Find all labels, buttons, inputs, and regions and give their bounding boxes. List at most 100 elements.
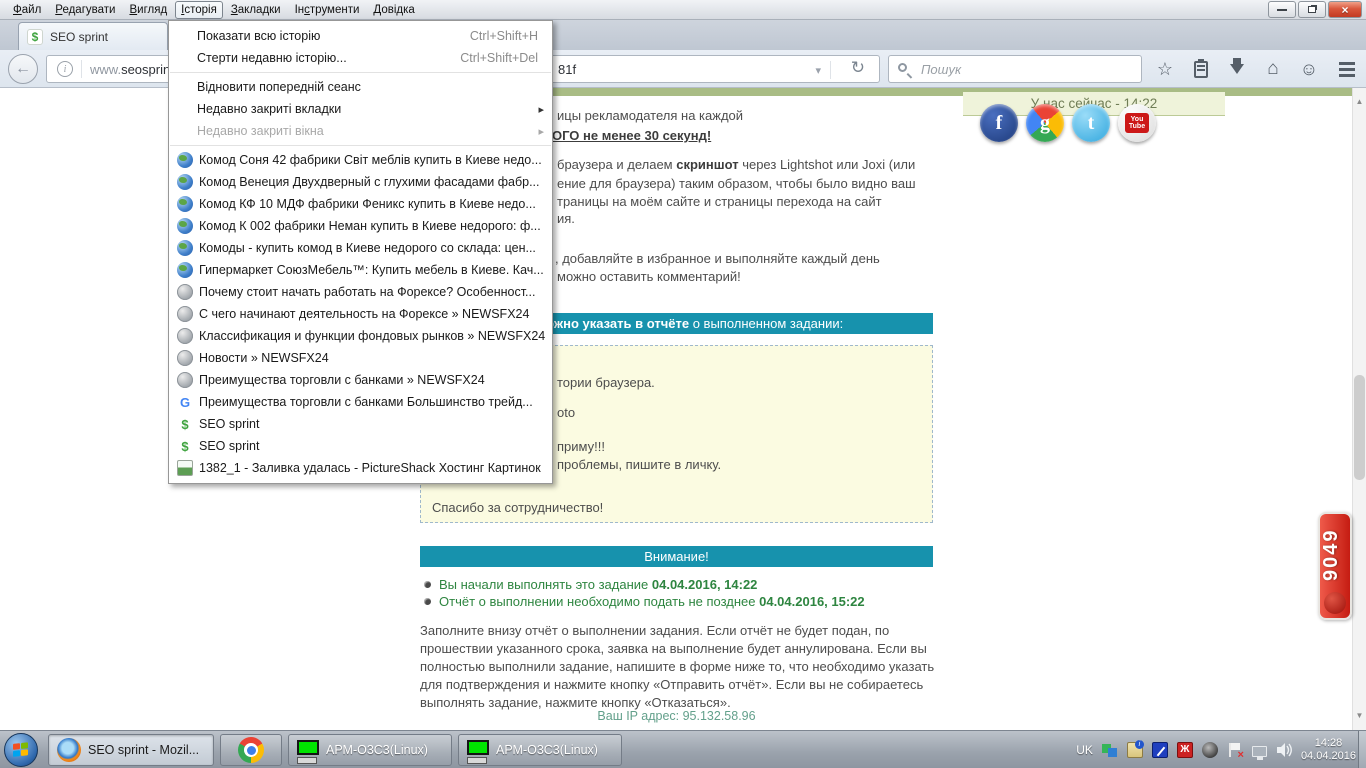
taskbar-clock[interactable]: 14:28 04.04.2016 bbox=[1301, 737, 1356, 763]
social-icon[interactable]: f bbox=[980, 104, 1018, 142]
site-favicon bbox=[177, 394, 193, 410]
start-button[interactable] bbox=[4, 733, 38, 767]
tray-cube-icon[interactable] bbox=[1101, 742, 1118, 758]
social-icon[interactable]: t bbox=[1072, 104, 1110, 142]
menubar-item[interactable]: Вигляд bbox=[123, 1, 173, 19]
site-favicon bbox=[177, 372, 193, 388]
url-divider bbox=[830, 61, 831, 79]
smiley-icon: ☺ bbox=[1299, 58, 1319, 79]
history-menu-command[interactable]: Показати всю історію Ctrl+Shift+H bbox=[169, 25, 552, 47]
social-icons-row: f g t You Tube bbox=[980, 104, 1156, 142]
deadline-end-line: Отчёт о выполнении необходимо подать не … bbox=[424, 594, 933, 609]
task-text-line: ение для браузера) таким образом, чтобы … bbox=[557, 176, 916, 191]
history-entry[interactable]: Классификация и функции фондовых рынков … bbox=[169, 325, 552, 347]
taskbar-apm-button-1[interactable]: АРМ-О3С3(Linux) bbox=[288, 734, 452, 766]
tray-network-icon[interactable] bbox=[1251, 746, 1267, 760]
tray-action-center-flag-icon[interactable] bbox=[1227, 742, 1244, 761]
task-text-line: ия. bbox=[557, 211, 575, 226]
tab-title: SEO sprint bbox=[50, 29, 109, 44]
task-text-line-bold: ОГО не менее 30 секунд! bbox=[552, 128, 712, 143]
site-favicon bbox=[177, 460, 193, 476]
history-entry[interactable]: Комоды - купить комод в Киеве недорого с… bbox=[169, 237, 552, 259]
close-icon: × bbox=[1341, 2, 1349, 17]
menu-separator bbox=[170, 145, 551, 146]
back-button[interactable]: ← bbox=[8, 54, 38, 84]
feedback-button[interactable]: ☺ bbox=[1296, 57, 1322, 81]
history-entry[interactable]: Комод Венеция Двухдверный с глухими фаса… bbox=[169, 171, 552, 193]
scrollbar-thumb[interactable] bbox=[1354, 375, 1365, 480]
history-menu-command[interactable]: Стерти недавню історію... Ctrl+Shift+Del bbox=[169, 47, 552, 69]
tray-volume-icon[interactable] bbox=[1276, 742, 1292, 758]
task-text-line: браузера и делаем скриншот через Lightsh… bbox=[557, 157, 916, 172]
history-entry[interactable]: Комод К 002 фабрики Неман купить в Киеве… bbox=[169, 215, 552, 237]
site-favicon bbox=[177, 240, 193, 256]
url-dropdown-icon[interactable]: ▾ bbox=[815, 64, 821, 77]
site-favicon bbox=[177, 174, 193, 190]
restore-button[interactable] bbox=[1298, 1, 1326, 18]
badge-orb-icon bbox=[1324, 592, 1346, 614]
history-menu-session-item[interactable]: Відновити попередній сеанс bbox=[169, 76, 552, 98]
taskbar-firefox-button[interactable]: SEO sprint - Mozil... bbox=[48, 734, 214, 766]
history-entry[interactable]: Преимущества торговли с банками Большинс… bbox=[169, 391, 552, 413]
hamburger-menu-button[interactable] bbox=[1334, 57, 1360, 81]
menubar-item[interactable]: Довідка bbox=[367, 1, 420, 19]
history-entry[interactable]: С чего начинают деятельность на Форексе … bbox=[169, 303, 552, 325]
visitors-counter-badge[interactable]: 9049 bbox=[1318, 512, 1352, 620]
menubar-item[interactable]: Редагувати bbox=[49, 1, 121, 19]
history-entry[interactable]: Преимущества торговли с банками » NEWSFX… bbox=[169, 369, 552, 391]
downloads-button[interactable] bbox=[1224, 57, 1250, 81]
search-input[interactable] bbox=[919, 60, 1119, 78]
reload-button[interactable]: ↻ bbox=[851, 58, 865, 78]
deadline-start-line: Вы начали выполнять это задание 04.04.20… bbox=[424, 577, 933, 592]
bookmark-star-button[interactable]: ☆ bbox=[1152, 57, 1178, 81]
language-indicator[interactable]: UK bbox=[1076, 743, 1093, 757]
history-entry[interactable]: SEO sprint bbox=[169, 413, 552, 435]
history-entry[interactable]: SEO sprint bbox=[169, 435, 552, 457]
menubar-item[interactable]: Закладки bbox=[225, 1, 287, 19]
task-text-line: можно оставить комментарий! bbox=[557, 269, 741, 284]
home-button[interactable]: ⌂ bbox=[1260, 57, 1286, 81]
bullet-icon bbox=[424, 598, 431, 605]
site-favicon bbox=[177, 218, 193, 234]
bookmarks-panel-button[interactable] bbox=[1188, 57, 1214, 81]
download-arrow-icon bbox=[1230, 58, 1244, 74]
taskbar-apm-button-2[interactable]: АРМ-О3С3(Linux) bbox=[458, 734, 622, 766]
history-entry[interactable]: 1382_1 - Заливка удалась - PictureShack … bbox=[169, 457, 552, 479]
seosprint-favicon: $ bbox=[27, 28, 43, 45]
chrome-icon bbox=[238, 737, 264, 763]
url-text-tail: 81f bbox=[558, 62, 577, 77]
show-desktop-button[interactable] bbox=[1358, 731, 1366, 768]
search-box[interactable] bbox=[888, 55, 1142, 83]
task-instructions-paragraph: Заполните внизу отчёт о выполнении задан… bbox=[420, 623, 935, 710]
close-button[interactable]: × bbox=[1328, 1, 1362, 18]
tab-seo-sprint[interactable]: $ SEO sprint bbox=[18, 22, 168, 50]
taskbar-chrome-button[interactable] bbox=[220, 734, 282, 766]
tray-camera-lens-icon[interactable] bbox=[1201, 742, 1218, 758]
history-entry[interactable]: Гипермаркет СоюзМебель™: Купить мебель в… bbox=[169, 259, 552, 281]
minimize-button[interactable] bbox=[1268, 1, 1296, 18]
history-entry[interactable]: Комод КФ 10 МДФ фабрики Феникс купить в … bbox=[169, 193, 552, 215]
history-entry[interactable]: Почему стоит начать работать на Форексе?… bbox=[169, 281, 552, 303]
history-menu-session-item[interactable]: Недавно закриті вікна bbox=[169, 120, 552, 142]
social-icon[interactable]: g bbox=[1026, 104, 1064, 142]
menubar-item[interactable]: Історія bbox=[175, 0, 223, 19]
tray-archive-info-icon[interactable] bbox=[1126, 740, 1144, 758]
tray-phone-icon[interactable] bbox=[1151, 742, 1168, 758]
history-menu-session-item[interactable]: Недавно закриті вкладки bbox=[169, 98, 552, 120]
page-scrollbar[interactable]: ▲ ▼ bbox=[1352, 88, 1366, 730]
scroll-up-icon[interactable]: ▲ bbox=[1353, 94, 1366, 110]
site-favicon bbox=[177, 416, 193, 432]
scroll-down-icon[interactable]: ▼ bbox=[1353, 708, 1366, 724]
tray-red-app-icon[interactable]: Ж bbox=[1176, 742, 1193, 758]
clipboard-icon bbox=[1194, 58, 1208, 78]
menubar-item[interactable]: Інструменти bbox=[289, 1, 366, 19]
history-entry[interactable]: Комод Соня 42 фабрики Світ меблів купить… bbox=[169, 149, 552, 171]
history-entry[interactable]: Новости » NEWSFX24 bbox=[169, 347, 552, 369]
back-icon: ← bbox=[15, 60, 31, 77]
shortcut-label: Ctrl+Shift+H bbox=[469, 29, 538, 43]
social-icon[interactable]: You Tube bbox=[1118, 104, 1156, 142]
task-text-line: траницы на моём сайте и страницы переход… bbox=[557, 194, 882, 209]
menubar-item[interactable]: Файл bbox=[7, 1, 47, 19]
menu-separator bbox=[170, 72, 551, 73]
site-info-icon[interactable]: i bbox=[57, 61, 73, 77]
